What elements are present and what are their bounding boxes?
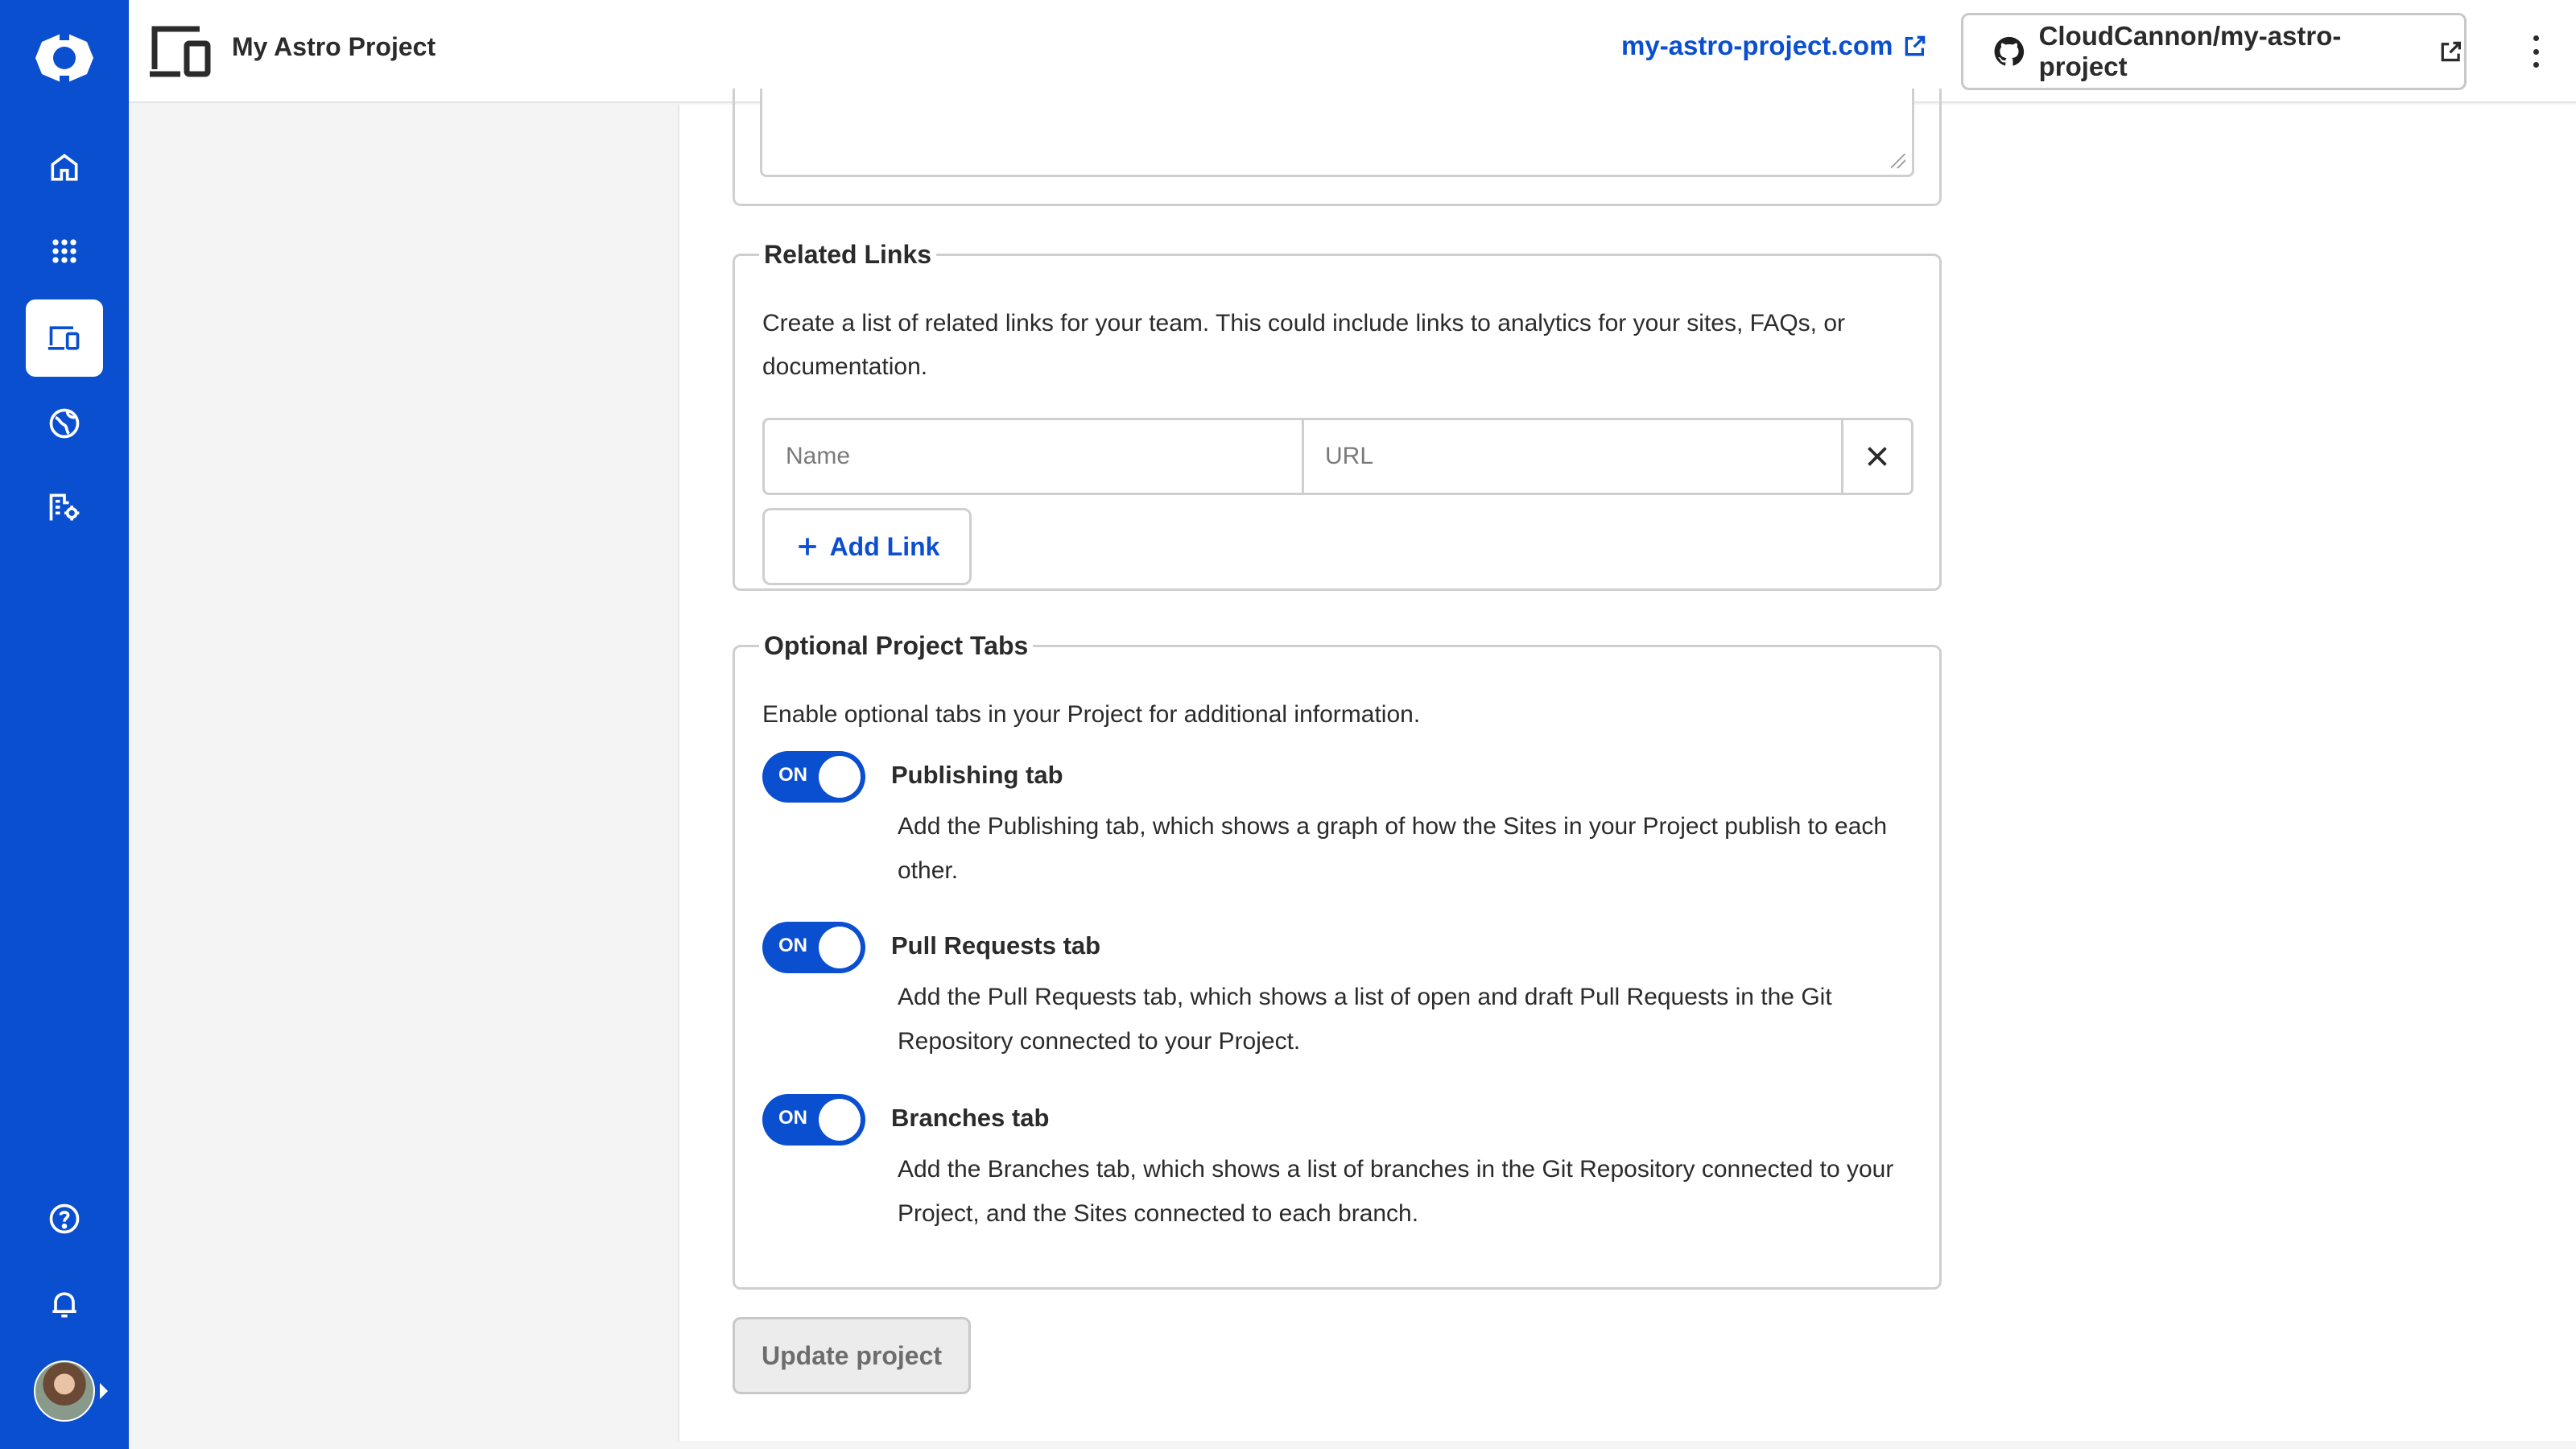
publishing-tab-description: Add the Publishing tab, which shows a gr… — [898, 813, 1888, 884]
github-icon — [1994, 36, 2025, 66]
help-icon — [49, 1203, 80, 1234]
optional-tabs-section: Optional Project Tabs Enable optional ta… — [733, 631, 1942, 1290]
description-textarea[interactable] — [760, 89, 1914, 177]
caret-right-icon[interactable] — [100, 1383, 108, 1399]
globe-icon — [49, 408, 80, 439]
more-options-icon[interactable] — [2520, 32, 2552, 71]
close-icon — [1868, 447, 1887, 466]
page-title: My Astro Project — [232, 32, 436, 61]
branches-tab-description: Add the Branches tab, which shows a list… — [898, 1156, 1894, 1227]
logo-icon[interactable] — [32, 29, 97, 87]
toggle-state-label: ON — [778, 764, 807, 786]
branches-tab-toggle[interactable]: ON — [762, 1094, 865, 1146]
pull-requests-tab-description: Add the Pull Requests tab, which shows a… — [898, 984, 1832, 1055]
toggle-knob — [819, 927, 861, 968]
toggle-knob — [819, 1099, 861, 1141]
sidebar — [0, 0, 129, 1449]
site-url-link[interactable]: my-astro-project.com — [1621, 31, 1928, 61]
sidebar-item-home[interactable] — [26, 129, 103, 206]
organization-settings-icon — [49, 493, 80, 521]
branches-tab-title: Branches tab — [891, 1104, 1050, 1132]
related-links-section: Related Links Create a list of related l… — [733, 240, 1942, 591]
site-url-text: my-astro-project.com — [1621, 31, 1893, 60]
top-header: My Astro Project my-astro-project.com Cl… — [129, 0, 2576, 103]
toggle-state-label: ON — [778, 1107, 807, 1129]
publishing-tab-title: Publishing tab — [891, 761, 1063, 789]
link-name-input[interactable] — [765, 420, 1304, 493]
toggle-state-label: ON — [778, 935, 807, 956]
bell-icon — [52, 1292, 76, 1318]
sidebar-item-domains[interactable] — [26, 385, 103, 462]
sidebar-item-notifications[interactable] — [26, 1265, 103, 1343]
external-link-icon — [2441, 41, 2462, 62]
sidebar-item-projects[interactable] — [26, 299, 103, 377]
add-link-button[interactable]: Add Link — [762, 508, 972, 585]
optional-tabs-description: Enable optional tabs in your Project for… — [762, 701, 1421, 728]
resize-handle[interactable] — [1891, 154, 1905, 168]
home-icon — [51, 154, 78, 181]
pull-requests-tab-toggle[interactable]: ON — [762, 922, 865, 973]
pull-requests-tab-title: Pull Requests tab — [891, 931, 1101, 960]
repository-label: CloudCannon/my-astro-project — [2038, 21, 2342, 81]
remove-link-button[interactable] — [1843, 420, 1911, 493]
plus-icon — [798, 538, 816, 555]
related-links-legend: Related Links — [764, 240, 932, 269]
devices-icon — [47, 326, 80, 350]
repository-button[interactable]: CloudCannon/my-astro-project — [1961, 13, 2467, 90]
external-link-icon — [1905, 35, 1926, 56]
devices-icon — [150, 26, 211, 77]
settings-panel: Related Links Create a list of related l… — [678, 89, 2576, 1441]
publishing-tab-toggle[interactable]: ON — [762, 751, 865, 803]
link-row — [762, 418, 1913, 495]
optional-tabs-legend: Optional Project Tabs — [764, 631, 1029, 660]
related-links-description: Create a list of related links for your … — [762, 310, 1846, 380]
sidebar-item-organization[interactable] — [26, 469, 103, 546]
toggle-knob — [819, 756, 861, 798]
apps-grid-icon — [52, 239, 76, 263]
main-content: Related Links Create a list of related l… — [129, 89, 2576, 1449]
sidebar-item-apps[interactable] — [26, 213, 103, 290]
add-link-label: Add Link — [829, 531, 940, 561]
sidebar-item-help[interactable] — [26, 1180, 103, 1257]
update-project-button[interactable]: Update project — [733, 1317, 971, 1394]
link-url-input[interactable] — [1304, 420, 1843, 493]
avatar[interactable] — [34, 1360, 95, 1422]
